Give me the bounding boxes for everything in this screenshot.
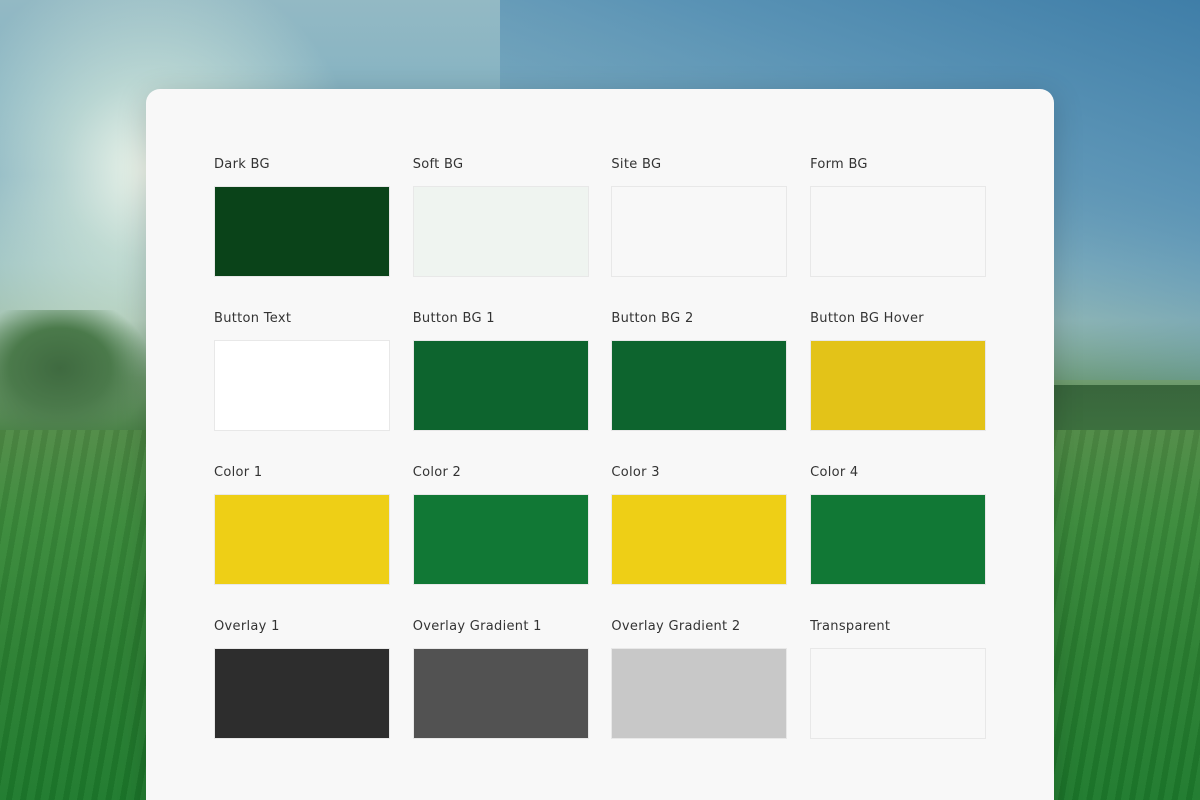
swatch-color-2: Color 2 — [412, 465, 589, 585]
color-swatch[interactable] — [810, 186, 987, 277]
swatch-button-bg-2: Button BG 2 — [611, 311, 788, 431]
swatch-color-1: Color 1 — [214, 465, 390, 585]
swatch-transparent: Transparent — [810, 619, 987, 739]
color-swatch[interactable] — [412, 186, 589, 277]
swatch-label: Soft BG — [412, 157, 464, 172]
swatch-button-bg-hover: Button BG Hover — [810, 311, 987, 431]
swatch-form-bg: Form BG — [810, 157, 987, 277]
swatch-label: Button Text — [214, 311, 292, 326]
swatch-label: Transparent — [810, 619, 891, 634]
swatch-site-bg: Site BG — [611, 157, 788, 277]
color-swatch[interactable] — [214, 340, 390, 431]
swatch-label: Button BG 2 — [611, 311, 694, 326]
swatch-button-bg-1: Button BG 1 — [412, 311, 589, 431]
color-swatch[interactable] — [214, 494, 390, 585]
swatch-label: Overlay Gradient 2 — [611, 619, 741, 634]
color-swatch[interactable] — [611, 494, 788, 585]
color-swatch[interactable] — [214, 648, 390, 739]
swatch-label: Site BG — [611, 157, 662, 172]
swatch-soft-bg: Soft BG — [412, 157, 589, 277]
trees-left — [0, 310, 150, 440]
swatch-label: Overlay 1 — [214, 619, 280, 634]
swatch-label: Color 3 — [611, 465, 660, 480]
swatch-label: Form BG — [810, 157, 868, 172]
swatch-overlay-1: Overlay 1 — [214, 619, 390, 739]
swatch-color-4: Color 4 — [810, 465, 987, 585]
swatch-dark-bg: Dark BG — [214, 157, 390, 277]
color-swatch[interactable] — [611, 186, 788, 277]
swatch-overlay-gradient-1: Overlay Gradient 1 — [412, 619, 589, 739]
color-palette-card: Dark BG Soft BG Site BG Form BG Button T… — [146, 89, 1054, 800]
swatch-label: Color 1 — [214, 465, 263, 480]
color-swatch[interactable] — [810, 494, 987, 585]
swatch-label: Dark BG — [214, 157, 270, 172]
swatch-overlay-gradient-2: Overlay Gradient 2 — [611, 619, 788, 739]
color-swatch[interactable] — [810, 340, 987, 431]
swatch-label: Button BG 1 — [412, 311, 495, 326]
color-swatch[interactable] — [810, 648, 987, 739]
treeline-right — [1050, 385, 1200, 435]
swatch-color-3: Color 3 — [611, 465, 788, 585]
color-swatch[interactable] — [412, 340, 589, 431]
swatch-label: Color 2 — [412, 465, 462, 480]
color-swatch[interactable] — [611, 340, 788, 431]
swatch-grid: Dark BG Soft BG Site BG Form BG Button T… — [214, 157, 987, 739]
swatch-label: Button BG Hover — [810, 311, 924, 326]
color-swatch[interactable] — [611, 648, 788, 739]
color-swatch[interactable] — [214, 186, 390, 277]
color-swatch[interactable] — [412, 494, 589, 585]
swatch-button-text: Button Text — [214, 311, 390, 431]
swatch-label: Color 4 — [810, 465, 859, 480]
color-swatch[interactable] — [412, 648, 589, 739]
swatch-label: Overlay Gradient 1 — [412, 619, 542, 634]
